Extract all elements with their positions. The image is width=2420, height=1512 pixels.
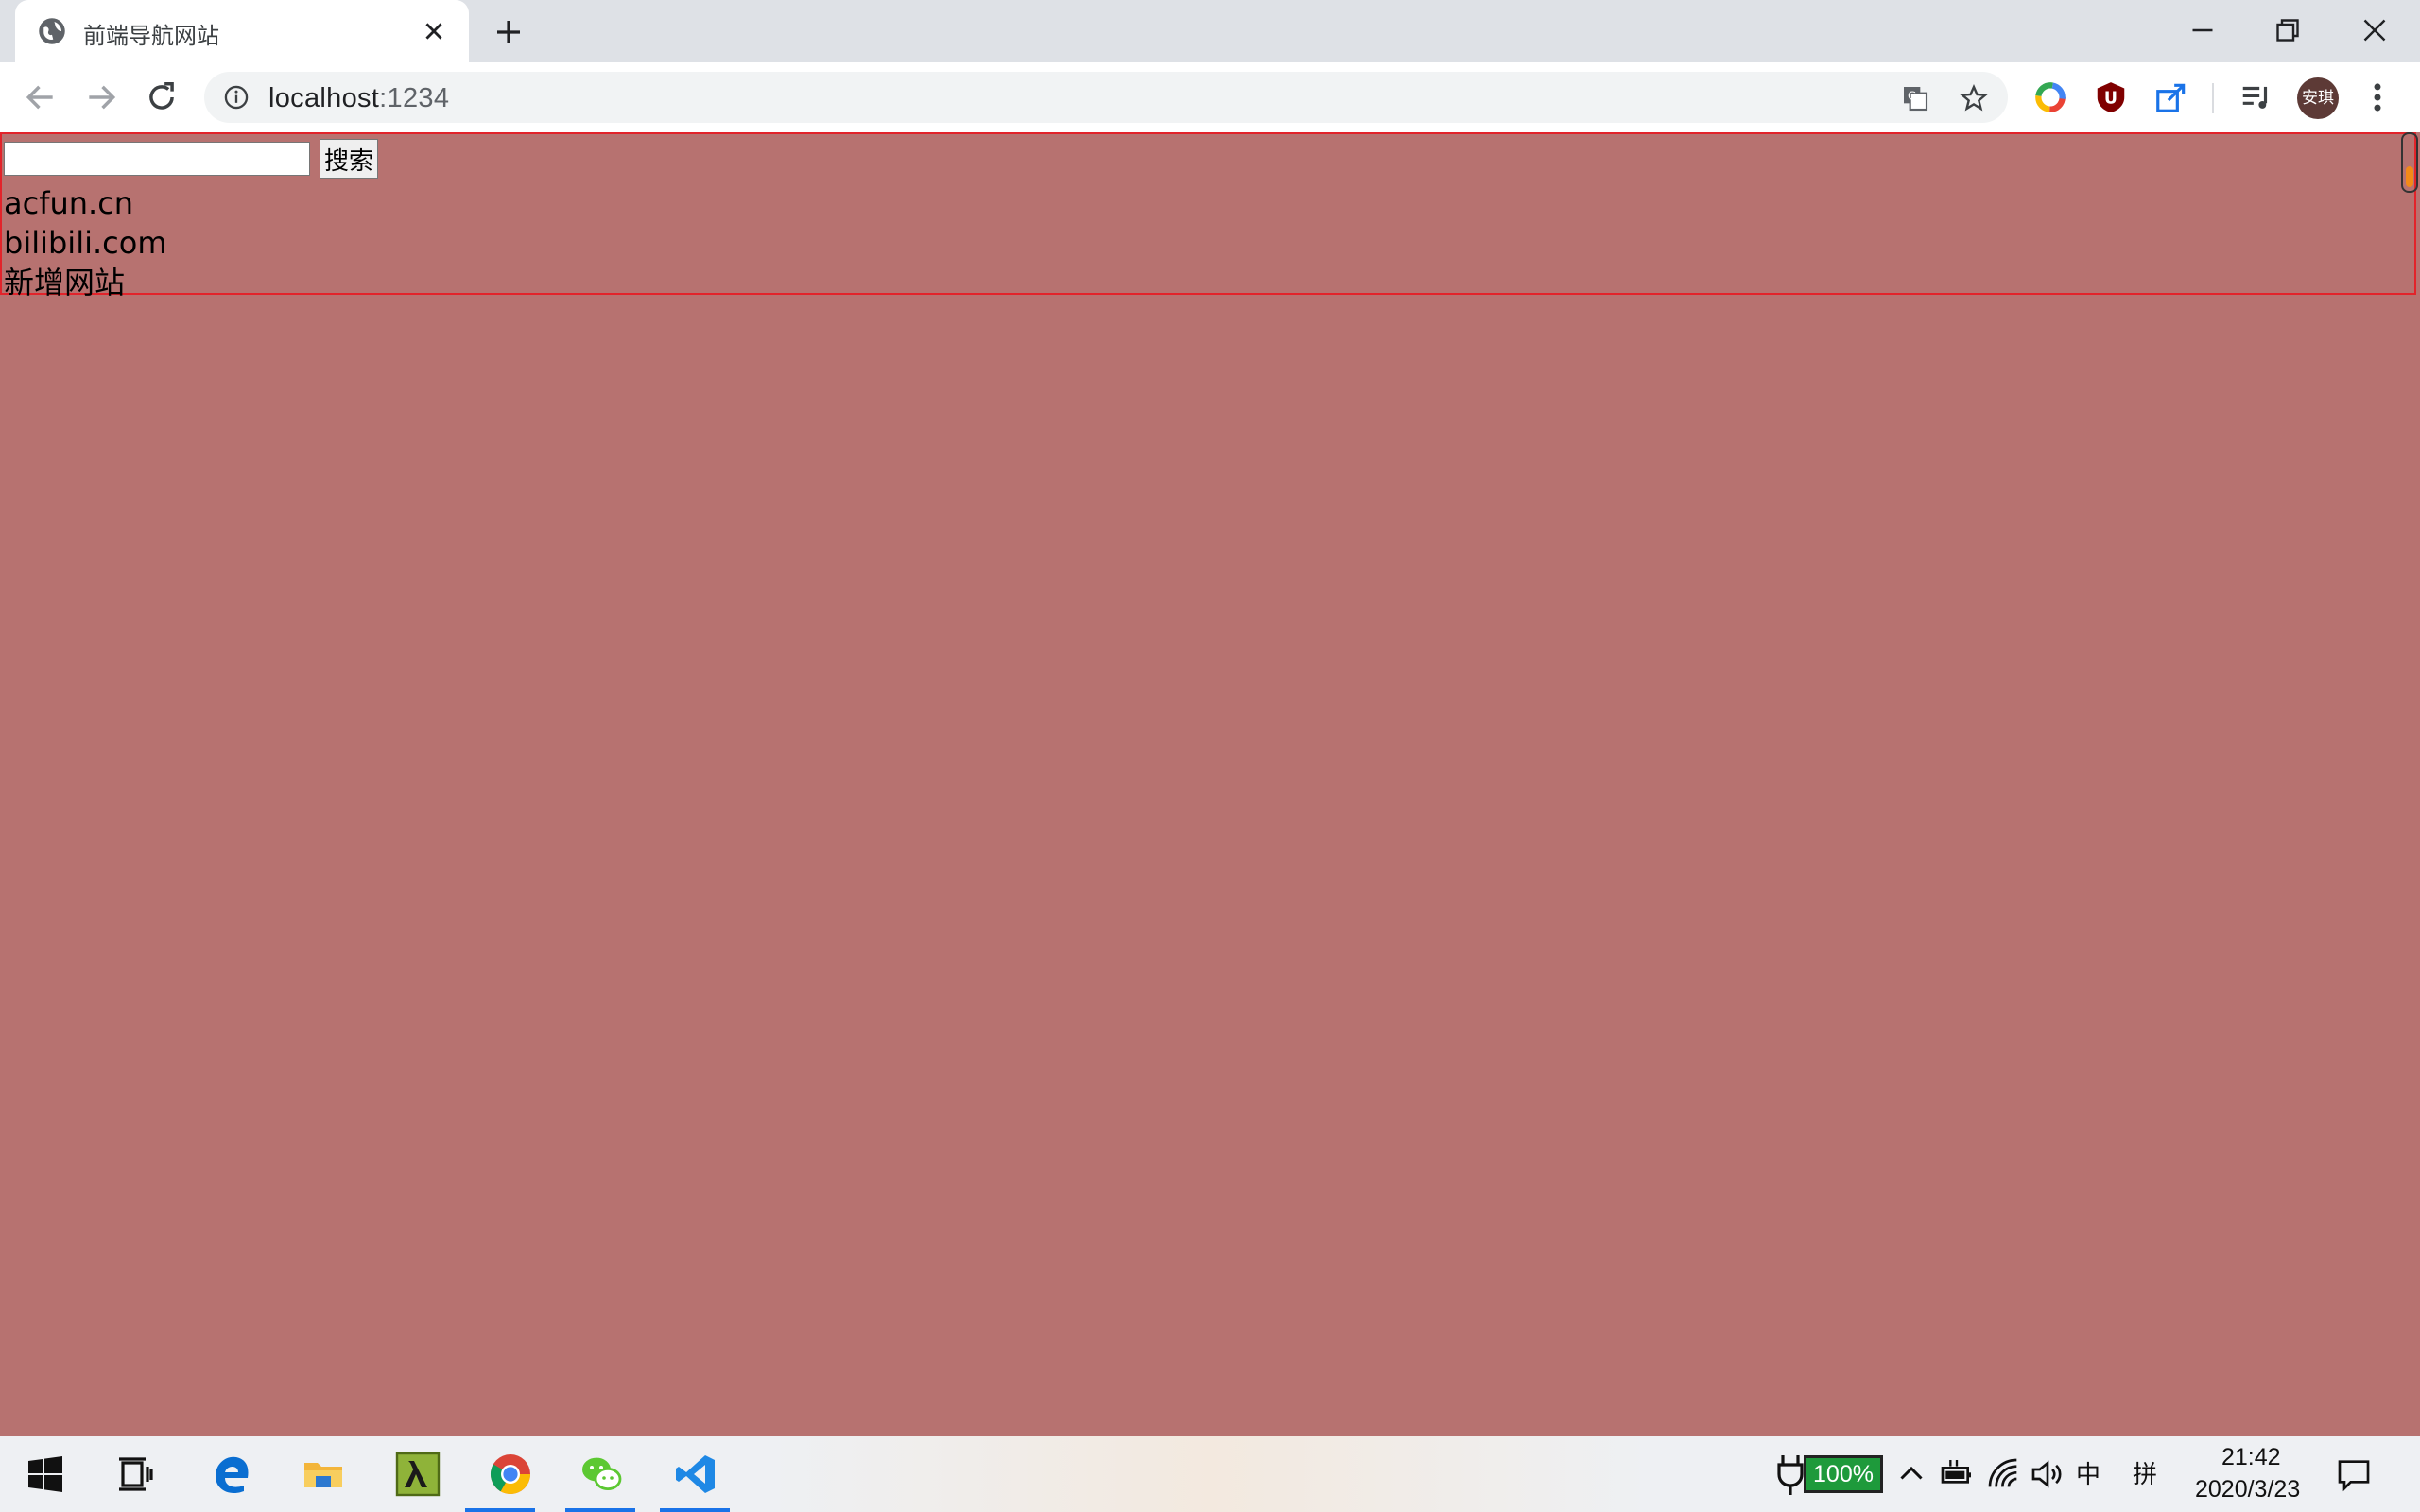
toolbar-separator bbox=[2212, 83, 2214, 113]
svg-text:U: U bbox=[2104, 89, 2118, 108]
search-button[interactable]: 搜索 bbox=[320, 139, 378, 179]
minimize-icon[interactable] bbox=[2186, 13, 2220, 47]
ublock-origin-icon[interactable]: U bbox=[2093, 79, 2129, 115]
windows-logo-icon[interactable] bbox=[23, 1452, 68, 1497]
tab-title: 前端导航网站 bbox=[83, 23, 219, 49]
site-link-bilibili[interactable]: bilibili.com bbox=[4, 223, 166, 263]
vscode-icon[interactable] bbox=[673, 1452, 718, 1497]
media-control-icon[interactable] bbox=[2238, 79, 2274, 115]
restore-icon[interactable] bbox=[2271, 13, 2305, 47]
wechat-icon[interactable] bbox=[579, 1452, 624, 1497]
clock-date[interactable]: 2020/3/23 bbox=[2195, 1476, 2300, 1503]
close-window-icon[interactable] bbox=[2358, 13, 2392, 47]
scroll-marker bbox=[2406, 166, 2413, 187]
tab-active[interactable]: 前端导航网站 bbox=[15, 0, 469, 62]
reload-icon[interactable] bbox=[144, 79, 180, 115]
chrome-active-indicator bbox=[465, 1508, 535, 1512]
vscode-active-indicator bbox=[660, 1508, 730, 1512]
forward-arrow-icon[interactable] bbox=[83, 79, 119, 115]
info-icon[interactable] bbox=[223, 84, 250, 111]
clock-time[interactable]: 21:42 bbox=[2221, 1444, 2281, 1471]
lambda-icon[interactable] bbox=[395, 1452, 441, 1497]
browser-titlebar: 前端导航网站 bbox=[0, 0, 2420, 62]
page-scrollbar[interactable] bbox=[2399, 132, 2420, 1436]
battery-status-icon[interactable] bbox=[1938, 1452, 1976, 1497]
globe-icon bbox=[39, 18, 65, 44]
windows-taskbar: 100% 中 拼 21:42 2020/3/23 bbox=[0, 1436, 2420, 1512]
color-ring-extension-icon[interactable] bbox=[2032, 79, 2068, 115]
wechat-active-indicator bbox=[565, 1508, 635, 1512]
profile-avatar[interactable]: 安琪 bbox=[2297, 77, 2339, 119]
volume-icon[interactable] bbox=[2029, 1452, 2066, 1497]
back-arrow-icon[interactable] bbox=[23, 79, 59, 115]
address-bar[interactable]: localhost:1234 G bbox=[204, 72, 2008, 123]
task-view-icon[interactable] bbox=[113, 1452, 159, 1497]
more-menu-icon[interactable] bbox=[2363, 79, 2392, 115]
translate-icon[interactable]: G bbox=[1900, 83, 1930, 113]
page-viewport: 搜索 acfun.cn bilibili.com 新增网站 bbox=[0, 132, 2420, 1436]
url-host: localhost bbox=[268, 83, 380, 113]
chrome-icon[interactable] bbox=[488, 1452, 533, 1497]
bookmark-star-icon[interactable] bbox=[1959, 83, 1989, 113]
battery-indicator[interactable]: 100% bbox=[1804, 1455, 1883, 1493]
search-input[interactable] bbox=[4, 142, 310, 176]
edge-icon[interactable] bbox=[210, 1452, 255, 1497]
chevron-up-icon[interactable] bbox=[1894, 1452, 1928, 1497]
notification-center-icon[interactable] bbox=[2335, 1452, 2373, 1497]
scrollbar-thumb[interactable] bbox=[2401, 132, 2418, 193]
new-tab-icon[interactable] bbox=[493, 17, 524, 47]
folder-icon[interactable] bbox=[301, 1452, 346, 1497]
ime-mode-indicator[interactable]: 中 bbox=[2076, 1455, 2100, 1490]
site-list: acfun.cn bilibili.com 新增网站 bbox=[4, 183, 166, 302]
power-plug-icon bbox=[1777, 1455, 1804, 1495]
url-port: :1234 bbox=[379, 83, 450, 113]
wifi-icon[interactable] bbox=[1985, 1452, 2023, 1497]
ime-layout-indicator[interactable]: 拼 bbox=[2133, 1455, 2157, 1490]
browser-toolbar: localhost:1234 G U 安琪 bbox=[0, 62, 2420, 133]
share-extension-icon[interactable] bbox=[2153, 79, 2189, 115]
close-tab-icon[interactable] bbox=[422, 19, 446, 43]
site-link-acfun[interactable]: acfun.cn bbox=[4, 183, 166, 223]
svg-text:G: G bbox=[1908, 89, 1916, 102]
nav-container: 搜索 acfun.cn bilibili.com 新增网站 bbox=[0, 132, 2416, 301]
add-site-button[interactable]: 新增网站 bbox=[4, 263, 166, 302]
url-text: localhost:1234 bbox=[268, 83, 449, 114]
